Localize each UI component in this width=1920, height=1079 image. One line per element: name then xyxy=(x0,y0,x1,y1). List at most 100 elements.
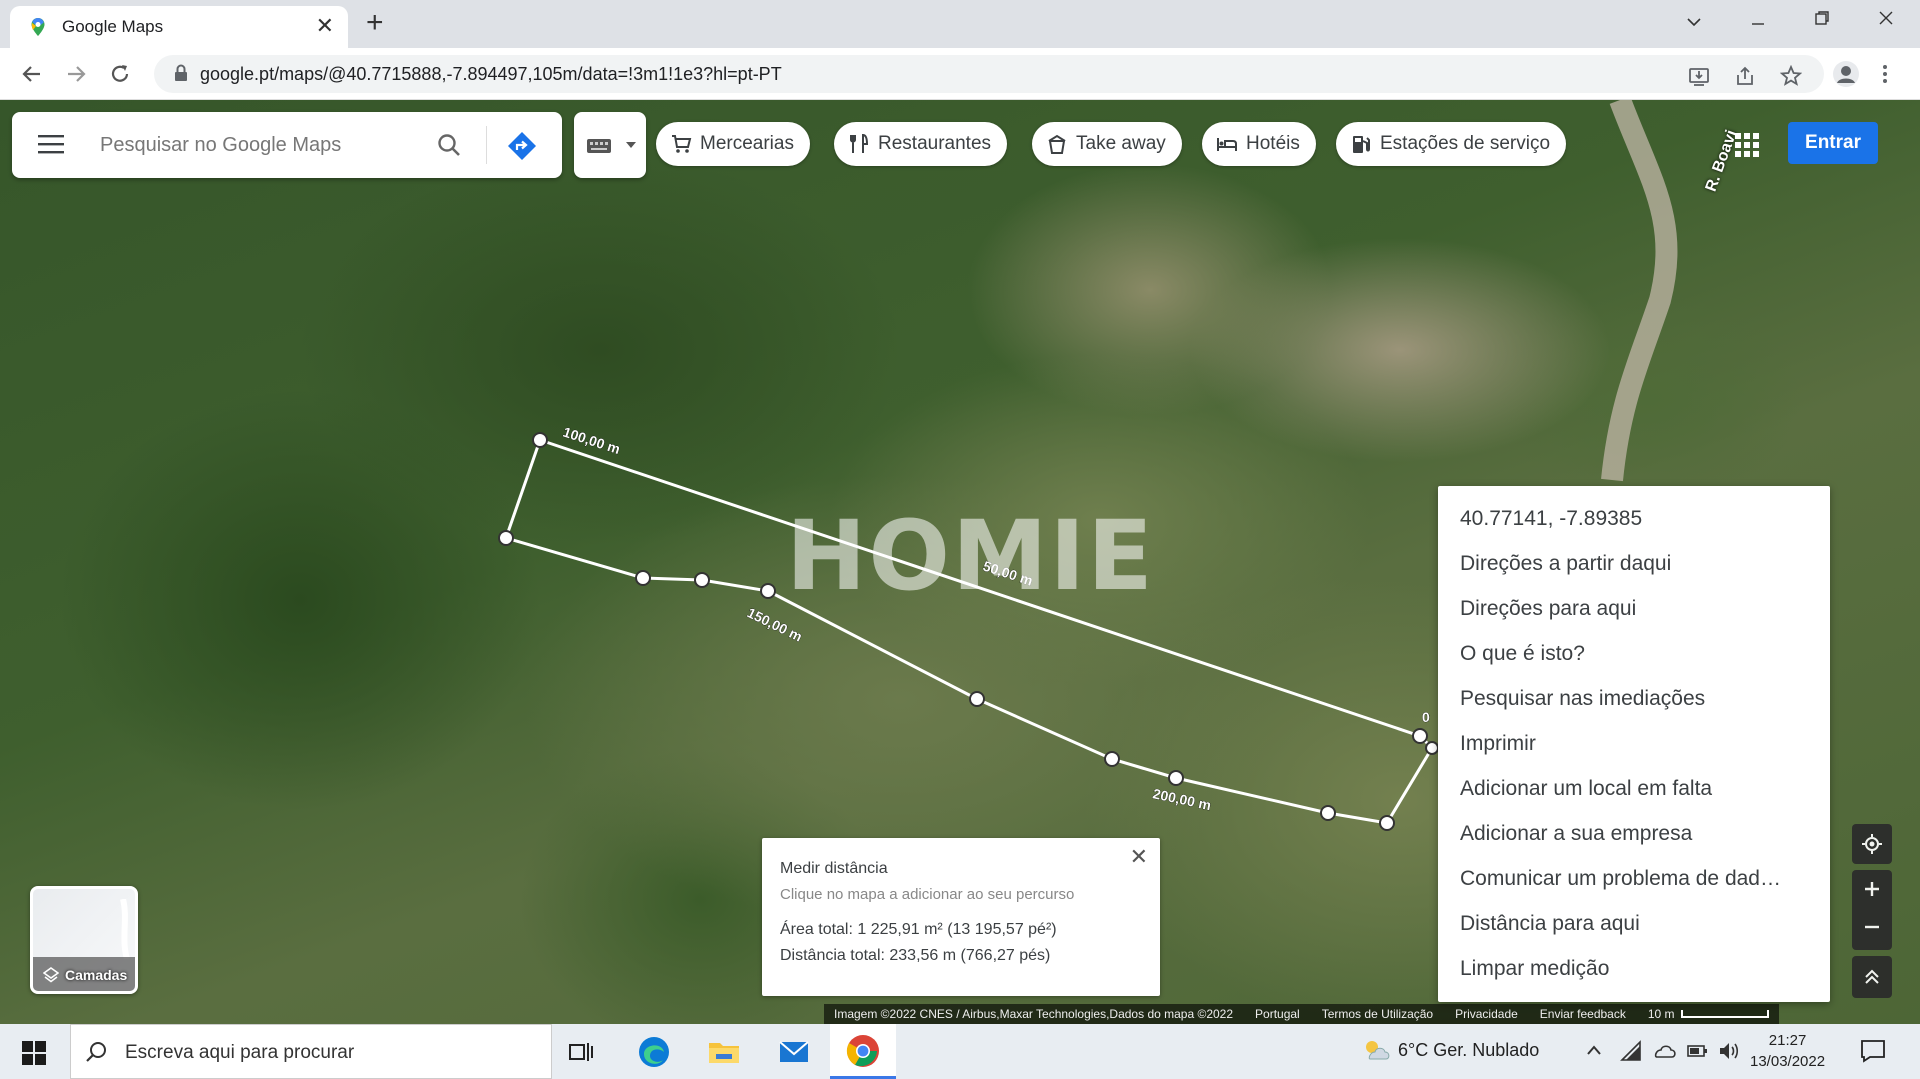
profile-avatar-icon[interactable] xyxy=(1832,60,1860,88)
task-view-icon[interactable] xyxy=(566,1037,596,1067)
directions-icon[interactable] xyxy=(506,130,538,162)
cart-icon xyxy=(672,135,692,153)
measure-vertex[interactable] xyxy=(1425,741,1439,755)
measure-vertex[interactable] xyxy=(1379,815,1395,831)
new-tab-button[interactable]: + xyxy=(366,6,384,40)
minimize-icon[interactable] xyxy=(1750,16,1766,32)
measure-vertex[interactable] xyxy=(1168,770,1184,786)
windows-start-icon[interactable] xyxy=(22,1041,46,1065)
share-icon[interactable] xyxy=(1734,65,1756,87)
my-location-button[interactable] xyxy=(1852,824,1892,864)
scale-bar xyxy=(1680,1010,1769,1018)
chip-label: Estações de serviço xyxy=(1380,133,1551,154)
tab-search-icon[interactable] xyxy=(1686,14,1702,30)
country-link[interactable]: Portugal xyxy=(1255,1007,1300,1021)
chip-groceries[interactable]: Mercearias xyxy=(656,122,810,166)
close-tab-icon[interactable]: ✕ xyxy=(316,13,334,39)
file-explorer-icon[interactable] xyxy=(706,1034,742,1070)
imagery-credit: Imagem ©2022 CNES / Airbus,Maxar Technol… xyxy=(834,1007,1234,1021)
tab-title: Google Maps xyxy=(62,17,164,36)
edge-browser-icon[interactable] xyxy=(636,1034,672,1070)
notifications-icon[interactable] xyxy=(1860,1039,1886,1063)
ctx-directions-to[interactable]: Direções para aqui xyxy=(1438,586,1830,631)
bookmark-star-icon[interactable] xyxy=(1780,65,1802,87)
browser-tab[interactable]: Google Maps ✕ xyxy=(10,6,348,48)
battery-icon[interactable] xyxy=(1686,1040,1708,1062)
ctx-add-missing-place[interactable]: Adicionar um local em falta xyxy=(1438,766,1830,811)
chip-restaurants[interactable]: Restaurantes xyxy=(834,122,1008,166)
chip-label: Mercearias xyxy=(700,133,794,154)
measure-vertex[interactable] xyxy=(1320,805,1336,821)
measure-title: Medir distância xyxy=(780,860,888,877)
measure-vertex[interactable] xyxy=(635,570,651,586)
segment-label: 200,00 m xyxy=(1151,785,1212,813)
ctx-whats-here[interactable]: O que é isto? xyxy=(1438,631,1830,676)
terms-link[interactable]: Termos de Utilização xyxy=(1322,1007,1433,1021)
homie-watermark: HOMIE xyxy=(786,500,1155,612)
mail-icon[interactable] xyxy=(776,1034,812,1070)
measure-vertex[interactable] xyxy=(969,691,985,707)
measure-vertex[interactable] xyxy=(694,572,710,588)
scale-indicator[interactable]: 10 m xyxy=(1648,1007,1769,1021)
address-bar[interactable]: google.pt/maps/@40.7715888,-7.894497,105… xyxy=(154,55,1824,93)
search-icon[interactable] xyxy=(436,132,462,158)
weather-widget[interactable]: 6°C Ger. Nublado xyxy=(1362,1039,1539,1061)
gas-station-icon xyxy=(1353,136,1370,153)
lock-icon[interactable] xyxy=(174,64,188,82)
chip-hotels[interactable]: Hotéis xyxy=(1202,122,1316,166)
measure-vertex[interactable] xyxy=(760,583,776,599)
ctx-coordinates[interactable]: 40.77141, -7.89385 xyxy=(1438,496,1830,541)
measure-vertex[interactable] xyxy=(1412,728,1428,744)
back-arrow-icon[interactable] xyxy=(20,62,44,86)
clock-time: 21:27 xyxy=(1768,1032,1807,1049)
chip-takeaway[interactable]: Take away xyxy=(1032,122,1182,166)
privacy-link[interactable]: Privacidade xyxy=(1455,1007,1518,1021)
url-text: google.pt/maps/@40.7715888,-7.894497,105… xyxy=(200,64,782,84)
measure-vertex[interactable] xyxy=(1104,751,1120,767)
layers-icon xyxy=(43,967,59,983)
restore-icon[interactable] xyxy=(1814,10,1830,26)
measure-vertex[interactable] xyxy=(498,530,514,546)
close-icon[interactable]: ✕ xyxy=(1130,844,1148,870)
chip-gas-stations[interactable]: Estações de serviço xyxy=(1336,122,1567,166)
ctx-clear-measurement[interactable]: Limpar medição xyxy=(1438,946,1830,991)
system-clock[interactable]: 21:27 13/03/2022 xyxy=(1750,1030,1825,1072)
menu-icon[interactable] xyxy=(38,134,64,154)
ctx-add-business[interactable]: Adicionar a sua empresa xyxy=(1438,811,1830,856)
google-apps-icon[interactable] xyxy=(1734,132,1760,158)
windows-taskbar: Escreva aqui para procurar 6°C Ger. Nubl… xyxy=(0,1024,1920,1079)
window-close-icon[interactable] xyxy=(1878,10,1894,26)
search-input[interactable] xyxy=(100,130,400,160)
expand-button[interactable] xyxy=(1852,956,1892,998)
taskbar-search-box[interactable]: Escreva aqui para procurar xyxy=(70,1024,552,1079)
zoom-in-icon[interactable] xyxy=(1862,879,1882,899)
volume-icon[interactable] xyxy=(1718,1040,1740,1062)
measure-vertex[interactable] xyxy=(532,432,548,448)
browser-toolbar: google.pt/maps/@40.7715888,-7.894497,105… xyxy=(0,48,1920,100)
satellite-map[interactable]: 100,00 m 50,00 m 150,00 m 200,00 m 0 HOM… xyxy=(0,100,1920,1024)
ctx-distance-to-here[interactable]: Distância para aqui xyxy=(1438,901,1830,946)
chevron-up-icon[interactable] xyxy=(1586,1044,1602,1056)
context-menu: 40.77141, -7.89385 Direções a partir daq… xyxy=(1438,486,1830,1002)
cloudy-weather-icon xyxy=(1366,1041,1390,1060)
input-tools-button[interactable] xyxy=(574,112,646,178)
layer-preview-map xyxy=(120,899,130,959)
onedrive-cloud-icon[interactable] xyxy=(1652,1040,1676,1062)
takeaway-icon xyxy=(1048,134,1066,154)
sign-in-button[interactable]: Entrar xyxy=(1788,122,1878,164)
ctx-search-nearby[interactable]: Pesquisar nas imediações xyxy=(1438,676,1830,721)
feedback-link[interactable]: Enviar feedback xyxy=(1540,1007,1626,1021)
ctx-directions-from[interactable]: Direções a partir daqui xyxy=(1438,541,1830,586)
search-divider xyxy=(486,126,487,164)
layers-button[interactable]: Camadas xyxy=(30,886,138,994)
forward-arrow-icon[interactable] xyxy=(64,62,88,86)
chrome-taskbar-button[interactable] xyxy=(830,1024,896,1079)
attribution-bar: Imagem ©2022 CNES / Airbus,Maxar Technol… xyxy=(824,1004,1779,1024)
reload-icon[interactable] xyxy=(108,62,132,86)
install-app-icon[interactable] xyxy=(1688,65,1710,87)
ctx-print[interactable]: Imprimir xyxy=(1438,721,1830,766)
network-icon[interactable] xyxy=(1620,1040,1642,1062)
zoom-out-icon[interactable] xyxy=(1862,917,1882,937)
ctx-report-problem[interactable]: Comunicar um problema de dad… xyxy=(1438,856,1830,901)
more-menu-icon[interactable] xyxy=(1882,64,1888,84)
